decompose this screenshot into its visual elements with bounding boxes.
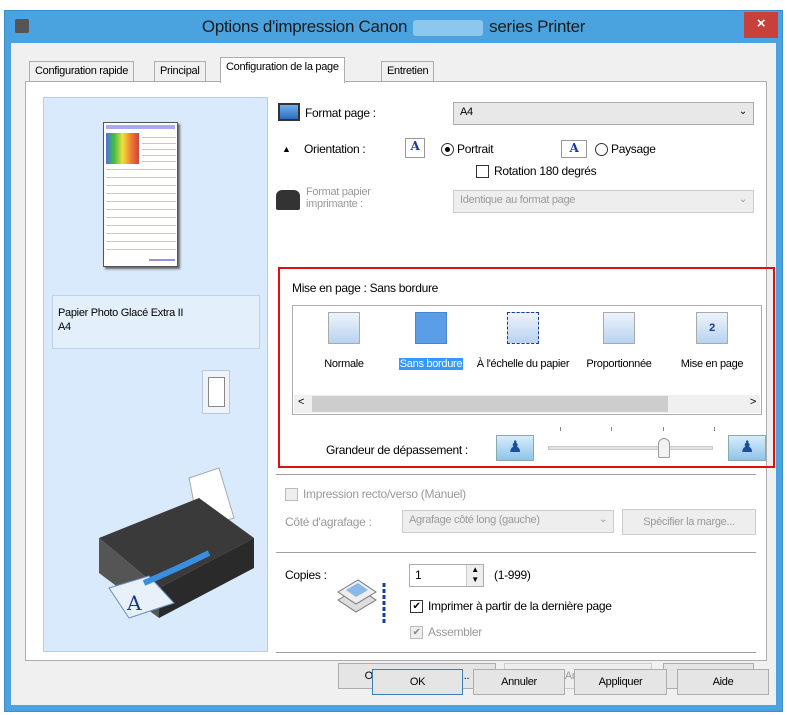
- layout-option-normale[interactable]: Normale: [299, 312, 389, 371]
- tab-configuration-page[interactable]: Configuration de la page: [220, 57, 345, 83]
- chevron-down-icon: ⌄: [738, 106, 747, 117]
- page-size-icon: [278, 103, 300, 121]
- rotation-checkbox[interactable]: [476, 165, 489, 178]
- separator: [276, 652, 756, 654]
- layout-option-sans-bordure[interactable]: Sans bordure: [386, 312, 476, 371]
- page-size-label: Format page :: [305, 106, 376, 120]
- landscape-label[interactable]: Paysage: [611, 142, 656, 156]
- redacted-model: [413, 19, 484, 36]
- landscape-radio[interactable]: [595, 143, 608, 156]
- chevron-down-icon: ⌄: [738, 194, 747, 205]
- printer-paper-icon: [276, 190, 300, 210]
- tab-configuration-rapide[interactable]: Configuration rapide: [29, 61, 135, 82]
- scrollbar-thumb[interactable]: [312, 396, 668, 412]
- scroll-left-arrow[interactable]: <: [298, 396, 304, 408]
- media-info: Papier Photo Glacé Extra II A4: [52, 295, 260, 349]
- svg-text:A: A: [126, 591, 142, 615]
- printer-illustration-icon: A: [99, 467, 254, 619]
- layout-group-highlight: Mise en page : Sans bordure Normale Sans…: [278, 267, 775, 468]
- fit-to-paper-icon: [507, 312, 539, 344]
- specify-margin-button[interactable]: Spécifier la marge...: [622, 509, 756, 535]
- preview-panel: Papier Photo Glacé Extra II A4 A: [43, 97, 268, 652]
- copies-stack-icon: [337, 579, 386, 623]
- window-title: Options d'impression Canon series Printer: [201, 17, 586, 36]
- title-bar[interactable]: Options d'impression Canon series Printer…: [5, 11, 782, 43]
- extension-label: Grandeur de dépassement :: [326, 443, 468, 457]
- duplex-label[interactable]: Impression recto/verso (Manuel): [303, 487, 466, 501]
- collate-label[interactable]: Assembler: [428, 625, 482, 639]
- orientation-icon: ▲: [282, 144, 291, 154]
- collate-checkbox[interactable]: ✔: [410, 626, 423, 639]
- landscape-icon: A: [561, 140, 587, 158]
- printer-paper-select[interactable]: Identique au format page ⌄: [453, 190, 754, 213]
- layout-option-proportionnee[interactable]: Proportionnée: [574, 312, 664, 371]
- reverse-order-checkbox[interactable]: ✔: [410, 600, 423, 613]
- layout-listbox[interactable]: Normale Sans bordure À l'échelle du papi…: [292, 305, 762, 415]
- borderless-layout-icon: [415, 312, 447, 344]
- paper-orientation-button[interactable]: [202, 370, 230, 414]
- rotation-label[interactable]: Rotation 180 degrés: [494, 164, 597, 178]
- copies-spinner[interactable]: ▲ ▼: [466, 565, 483, 586]
- chevron-down-icon: ⌄: [598, 514, 607, 525]
- page-size-select[interactable]: A4 ⌄: [453, 102, 754, 125]
- extension-slider[interactable]: [548, 438, 713, 458]
- page-preview: [103, 122, 178, 267]
- scroll-right-arrow[interactable]: >: [750, 396, 756, 408]
- normal-layout-icon: [328, 312, 360, 344]
- portrait-label[interactable]: Portrait: [457, 142, 494, 156]
- help-button[interactable]: Aide: [677, 669, 769, 695]
- copies-label: Copies :: [285, 568, 327, 582]
- separator: [276, 552, 756, 554]
- reverse-order-label[interactable]: Imprimer à partir de la dernière page: [428, 599, 612, 613]
- extension-max-icon[interactable]: ♟: [728, 435, 766, 461]
- ok-button[interactable]: OK: [372, 669, 463, 695]
- orientation-label: Orientation :: [304, 142, 366, 156]
- layout-title: Mise en page : Sans bordure: [292, 281, 439, 295]
- duplex-checkbox[interactable]: [285, 488, 298, 501]
- tab-panel: Papier Photo Glacé Extra II A4 A Format p…: [25, 81, 775, 689]
- extension-min-icon[interactable]: ♟: [496, 435, 534, 461]
- tab-entretien[interactable]: Entretien: [381, 61, 435, 82]
- scaled-layout-icon: [603, 312, 635, 344]
- layout-option-echelle-papier[interactable]: À l'échelle du papier: [476, 312, 570, 371]
- layout-horizontal-scrollbar[interactable]: < >: [294, 395, 760, 413]
- slider-thumb[interactable]: [657, 438, 670, 458]
- stapling-label: Côté d'agrafage :: [285, 515, 372, 529]
- portrait-radio[interactable]: [441, 143, 454, 156]
- close-button[interactable]: ×: [744, 12, 778, 38]
- stapling-select[interactable]: Agrafage côté long (gauche) ⌄: [402, 510, 614, 533]
- printer-options-window: Options d'impression Canon series Printer…: [4, 10, 783, 712]
- copies-range: (1-999): [494, 568, 531, 582]
- printer-paper-label: Format papier imprimante :: [306, 186, 371, 210]
- cancel-button[interactable]: Annuler: [473, 669, 565, 695]
- dialog-client: Configuration rapide Principal Configura…: [11, 43, 776, 705]
- apply-button[interactable]: Appliquer: [574, 669, 667, 695]
- separator: [276, 474, 756, 476]
- page-layout-icon: 2: [696, 312, 728, 344]
- portrait-icon: A: [405, 138, 425, 158]
- tab-principal[interactable]: Principal: [154, 61, 206, 82]
- layout-option-mise-en-page[interactable]: 2 Mise en page: [667, 312, 757, 371]
